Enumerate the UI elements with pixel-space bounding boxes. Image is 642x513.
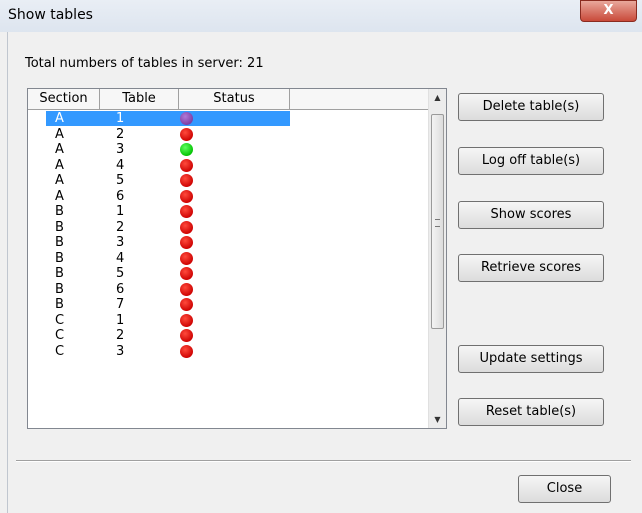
table-row[interactable]: B3 [28, 235, 428, 250]
table-row[interactable]: B1 [28, 204, 428, 219]
section-cell: B [55, 250, 64, 266]
table-number-cell: 6 [116, 188, 125, 204]
window-close-button[interactable]: X [580, 0, 637, 22]
table-number-cell: 2 [116, 328, 125, 343]
section-cell: A [55, 188, 64, 204]
table-number-cell: 1 [116, 111, 125, 126]
table-row[interactable]: A6 [28, 189, 428, 204]
table-row[interactable]: A3 [28, 142, 428, 157]
section-cell: B [55, 281, 64, 297]
table-number-cell: 3 [116, 142, 125, 157]
separator [16, 460, 631, 462]
table-number-cell: 2 [116, 219, 125, 235]
section-cell: C [55, 312, 65, 328]
vertical-scrollbar[interactable]: ▲ ▼ [428, 89, 446, 428]
table-row[interactable]: A1 [28, 111, 428, 126]
table-number-cell: 3 [116, 235, 125, 250]
table-row[interactable]: B6 [28, 282, 428, 297]
section-cell: B [55, 219, 64, 235]
close-icon: X [603, 3, 614, 18]
column-header-table[interactable]: Table [100, 89, 179, 110]
table-row[interactable]: A4 [28, 158, 428, 173]
section-cell: A [55, 126, 64, 142]
status-red-icon [180, 298, 193, 311]
table-count-label: Total numbers of tables in server: 21 [25, 56, 264, 71]
table-row[interactable]: C3 [28, 344, 428, 359]
row-selection-highlight [46, 111, 290, 126]
status-red-icon [180, 189, 193, 203]
table-row[interactable]: C2 [28, 328, 428, 343]
window-title: Show tables [8, 7, 93, 23]
table-row[interactable]: B7 [28, 297, 428, 312]
section-cell: B [55, 297, 64, 312]
reset-tables-button[interactable]: Reset table(s) [458, 398, 604, 426]
table-row[interactable]: B5 [28, 266, 428, 281]
column-header-section[interactable]: Section [28, 89, 100, 110]
scroll-up-arrow-icon[interactable]: ▲ [429, 89, 446, 106]
table-number-cell: 6 [116, 281, 125, 297]
table-row[interactable]: C1 [28, 313, 428, 328]
table-number-cell: 4 [116, 157, 125, 173]
status-green-icon [180, 143, 193, 156]
section-cell: C [55, 328, 65, 343]
status-red-icon [180, 205, 193, 218]
show-scores-button[interactable]: Show scores [458, 201, 604, 229]
status-red-icon [180, 220, 193, 234]
delete-tables-button[interactable]: Delete table(s) [458, 93, 604, 121]
dialog-body: Total numbers of tables in server: 21 Se… [7, 32, 640, 513]
title-bar[interactable]: Show tables X [0, 0, 642, 32]
table-row[interactable]: B4 [28, 251, 428, 266]
table-number-cell: 5 [116, 266, 125, 281]
section-cell: A [55, 111, 64, 126]
section-cell: B [55, 266, 64, 281]
table-number-cell: 3 [116, 343, 125, 359]
table-number-cell: 4 [116, 250, 125, 266]
table-number-cell: 5 [116, 173, 125, 188]
log-off-tables-button[interactable]: Log off table(s) [458, 147, 604, 175]
section-cell: A [55, 142, 64, 157]
section-cell: A [55, 157, 64, 173]
section-cell: A [55, 173, 64, 188]
status-red-icon [180, 174, 193, 187]
table-row[interactable]: A5 [28, 173, 428, 188]
tables-list[interactable]: Section Table Status A1A2A3A4A5A6B1B2B3B… [27, 88, 447, 429]
status-red-icon [180, 282, 193, 296]
scroll-down-arrow-icon[interactable]: ▼ [429, 411, 446, 428]
status-red-icon [180, 329, 193, 342]
section-cell: B [55, 204, 64, 219]
table-number-cell: 1 [116, 204, 125, 219]
close-button[interactable]: Close [518, 475, 611, 503]
status-red-icon [180, 267, 193, 280]
table-number-cell: 7 [116, 297, 125, 312]
status-red-icon [180, 344, 193, 358]
table-row[interactable]: B2 [28, 220, 428, 235]
status-red-icon [180, 158, 193, 172]
status-red-icon [180, 127, 193, 141]
section-cell: C [55, 343, 65, 359]
scrollbar-thumb[interactable] [431, 114, 444, 329]
table-number-cell: 2 [116, 126, 125, 142]
grip-icon [435, 219, 440, 227]
column-header-filler [290, 89, 428, 110]
status-purple-icon [180, 112, 193, 125]
section-cell: B [55, 235, 64, 250]
list-header: Section Table Status [28, 89, 428, 110]
table-row[interactable]: A2 [28, 127, 428, 142]
status-red-icon [180, 313, 193, 327]
table-number-cell: 1 [116, 312, 125, 328]
status-red-icon [180, 236, 193, 249]
column-header-status[interactable]: Status [179, 89, 290, 110]
update-settings-button[interactable]: Update settings [458, 345, 604, 373]
status-red-icon [180, 251, 193, 265]
retrieve-scores-button[interactable]: Retrieve scores [458, 254, 604, 282]
